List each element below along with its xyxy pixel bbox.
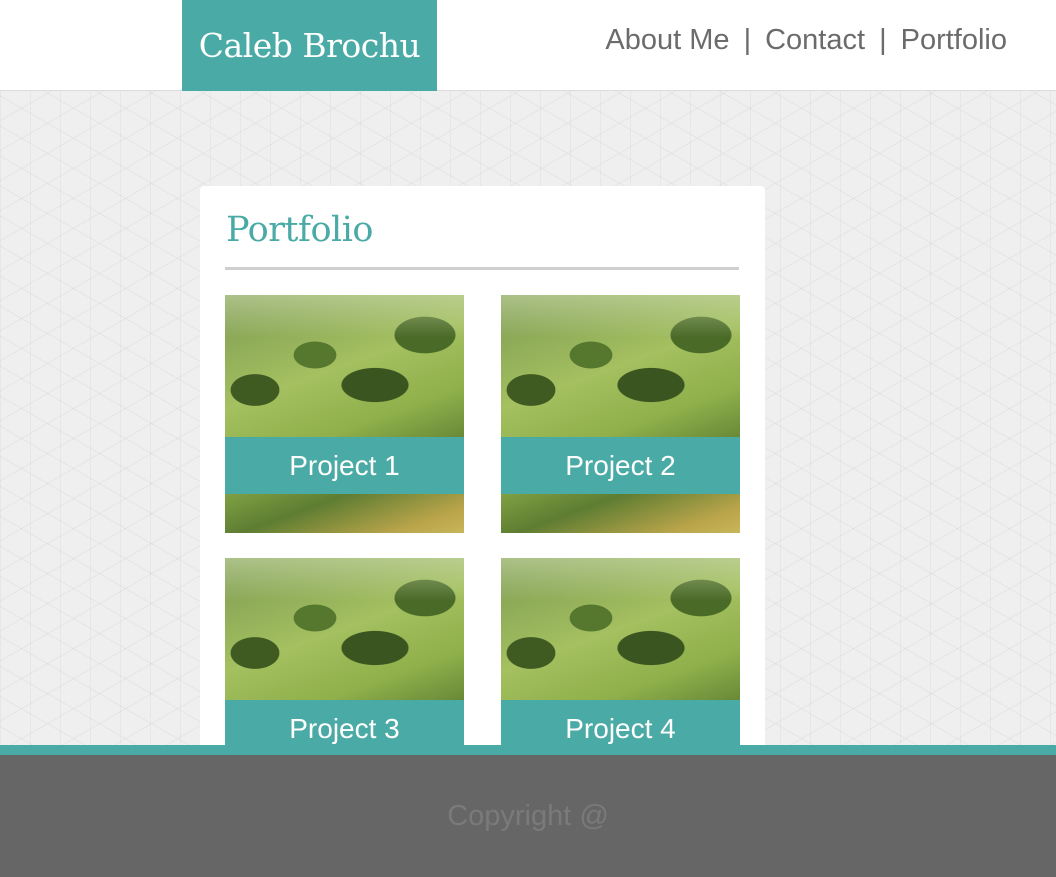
top-nav: About Me | Contact | Portfolio xyxy=(605,20,1007,60)
portfolio-panel: Portfolio Project 1 Project 2 Project 3 … xyxy=(200,186,765,755)
project-caption[interactable]: Project 2 xyxy=(501,437,740,494)
brand-name[interactable]: Caleb Brochu xyxy=(199,26,421,65)
project-card-3[interactable]: Project 3 xyxy=(225,558,464,755)
nav-link-about-me[interactable]: About Me xyxy=(605,24,729,57)
nav-separator: | xyxy=(743,23,752,56)
project-card-4[interactable]: Project 4 xyxy=(501,558,740,755)
footer-accent-bar xyxy=(0,745,1056,755)
page-title: Portfolio xyxy=(226,210,373,250)
title-divider xyxy=(225,267,739,270)
site-header: Caleb Brochu About Me | Contact | Portfo… xyxy=(0,0,1056,91)
copyright-text: Copyright @ xyxy=(447,799,609,832)
site-footer: Copyright @ xyxy=(0,755,1056,877)
project-card-1[interactable]: Project 1 xyxy=(225,295,464,533)
project-card-2[interactable]: Project 2 xyxy=(501,295,740,533)
nav-separator: | xyxy=(879,23,887,56)
nav-link-portfolio[interactable]: Portfolio xyxy=(901,24,1007,57)
nav-link-contact[interactable]: Contact xyxy=(765,24,865,57)
project-caption[interactable]: Project 1 xyxy=(225,437,464,494)
brand-logo[interactable]: Caleb Brochu xyxy=(182,0,437,91)
